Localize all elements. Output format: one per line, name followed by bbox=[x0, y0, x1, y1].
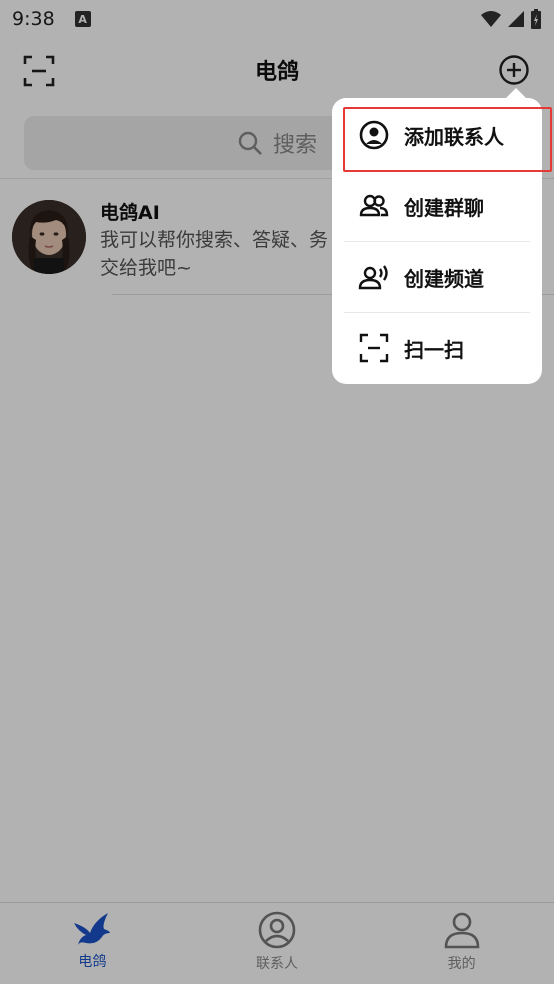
scan-icon bbox=[359, 333, 389, 363]
menu-label: 创建群聊 bbox=[404, 195, 484, 220]
menu-label: 扫一扫 bbox=[404, 337, 464, 362]
group-icon bbox=[359, 194, 389, 217]
menu-item-create-channel[interactable]: 创建频道 bbox=[332, 242, 542, 312]
menu-item-scan[interactable]: 扫一扫 bbox=[332, 313, 542, 383]
menu-label: 创建频道 bbox=[404, 266, 484, 291]
broadcast-user-icon bbox=[358, 265, 388, 290]
highlight-box bbox=[343, 107, 552, 172]
menu-item-create-group[interactable]: 创建群聊 bbox=[332, 171, 542, 241]
